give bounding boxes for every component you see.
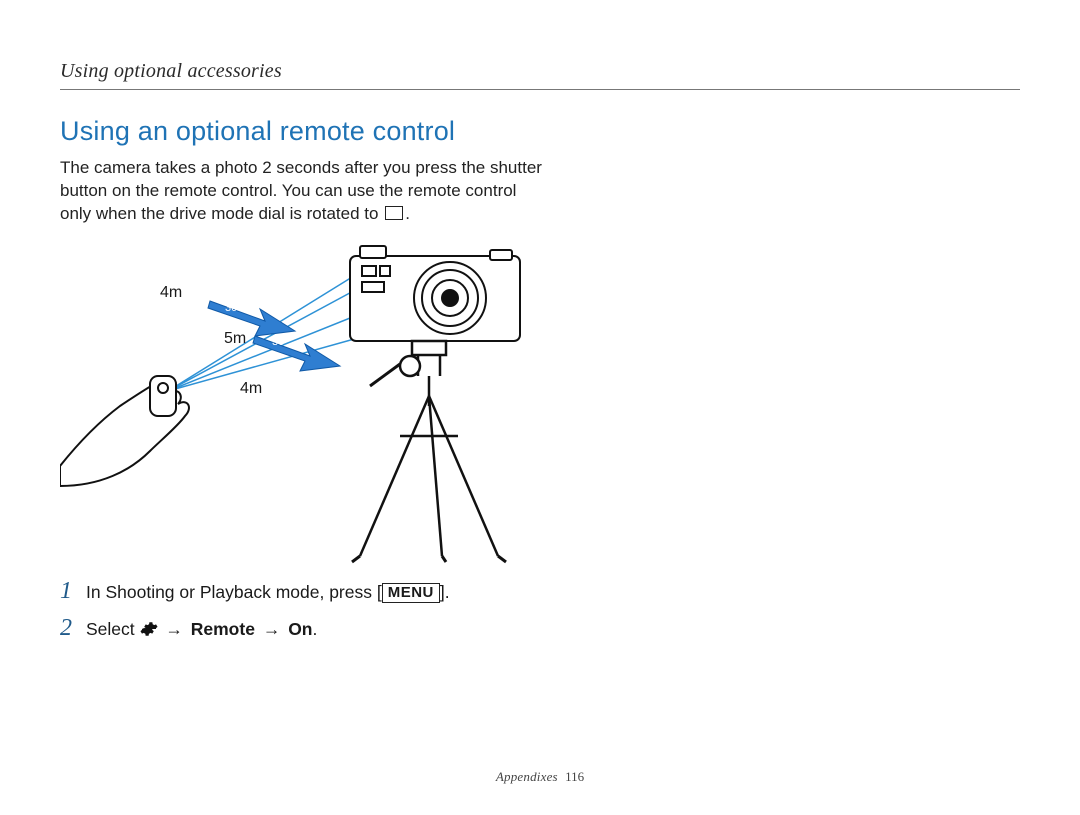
section-header: Using optional accessories xyxy=(60,60,1020,90)
intro-line-3a: only when the drive mode dial is rotated… xyxy=(60,204,383,223)
settings-gear-icon xyxy=(140,619,158,639)
step-text: Select → Remote → On. xyxy=(86,619,317,640)
step-number: 2 xyxy=(60,615,86,642)
step-2-post: . xyxy=(313,619,318,639)
step-text: In Shooting or Playback mode, press [MEN… xyxy=(86,582,450,603)
page-title: Using an optional remote control xyxy=(60,116,1020,147)
menu-path-remote: Remote xyxy=(191,619,255,639)
step-2-pre: Select xyxy=(86,619,140,639)
range-label-bot: 4m xyxy=(240,380,262,398)
arrow-icon: → xyxy=(165,619,183,640)
range-label-top: 4m xyxy=(160,284,182,302)
page-footer: Appendixes 116 xyxy=(0,769,1080,785)
step-1-post: ]. xyxy=(440,582,450,602)
remote-range-diagram: 4m 5m 4m 30˚ 30˚ xyxy=(60,236,540,556)
angle-arrow-bottom xyxy=(253,336,340,371)
arrow-icon: → xyxy=(263,619,281,640)
drive-mode-dial-icon xyxy=(385,206,403,220)
camera-illustration xyxy=(350,246,520,341)
menu-button-label: MENU xyxy=(382,583,440,603)
footer-section-label: Appendixes xyxy=(496,769,558,784)
step-1-pre: In Shooting or Playback mode, press [ xyxy=(86,582,382,602)
instruction-steps: 1 In Shooting or Playback mode, press [M… xyxy=(60,578,1020,642)
menu-path-on: On xyxy=(288,619,312,639)
intro-line-1: The camera takes a photo 2 seconds after… xyxy=(60,158,542,177)
intro-paragraph: The camera takes a photo 2 seconds after… xyxy=(60,157,570,226)
tripod-illustration xyxy=(352,341,506,562)
footer-page-number: 116 xyxy=(565,769,584,784)
step-2: 2 Select → Remote → On. xyxy=(60,615,1020,642)
intro-line-3b: . xyxy=(405,204,410,223)
intro-line-2: button on the remote control. You can us… xyxy=(60,181,516,200)
range-label-mid: 5m xyxy=(224,330,246,348)
step-1: 1 In Shooting or Playback mode, press [M… xyxy=(60,578,1020,605)
remote-hand-illustration xyxy=(60,376,189,486)
step-number: 1 xyxy=(60,578,86,605)
angle-arrow-top xyxy=(208,301,295,336)
